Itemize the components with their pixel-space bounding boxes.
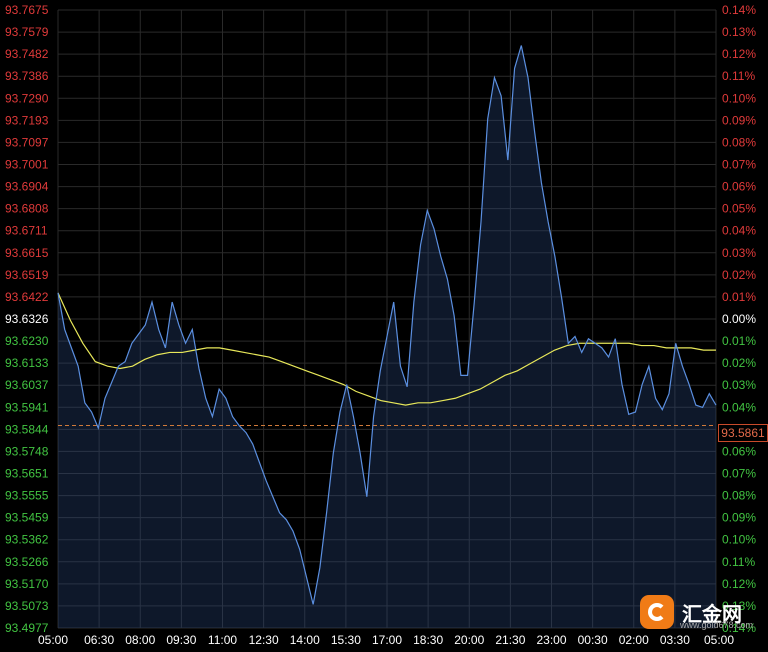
right-tick-label: 0.05%	[722, 202, 756, 216]
left-tick-label: 93.6615	[5, 246, 49, 260]
left-tick-label: 93.7193	[5, 113, 49, 127]
right-tick-label: 0.14%	[722, 3, 756, 17]
left-tick-label: 93.5073	[5, 599, 49, 613]
right-tick-label: 0.09%	[722, 113, 756, 127]
x-axis-labels: 05:00 06:30 08:00 09:30 11:00 12:30 14:00 15:30…	[38, 633, 734, 647]
right-tick-label: 0.12%	[722, 47, 756, 61]
right-axis-labels: 0.14% 0.13% 0.12% 0.11% 0.10% 0.09% 0.08% 0.07%…	[722, 3, 756, 635]
x-tick-label: 23:00	[536, 633, 566, 647]
right-tick-label: 0.06%	[722, 444, 756, 458]
left-tick-label: 93.7001	[5, 158, 49, 172]
x-tick-label: 05:00	[704, 633, 734, 647]
left-tick-label: 93.6422	[5, 290, 49, 304]
right-tick-label: 0.11%	[722, 555, 755, 569]
right-tick-label: 0.03%	[722, 246, 756, 260]
right-tick-label: 0.10%	[722, 533, 756, 547]
right-tick-label: 0.07%	[722, 467, 756, 481]
left-tick-label: 93.7097	[5, 135, 49, 149]
right-tick-label: 0.02%	[722, 268, 756, 282]
x-tick-label: 15:30	[331, 633, 361, 647]
x-tick-label: 14:00	[290, 633, 320, 647]
right-tick-label: 0.12%	[722, 577, 756, 591]
left-tick-label: 93.6326	[5, 312, 49, 326]
right-tick-label: 0.06%	[722, 180, 756, 194]
logo-icon	[640, 595, 674, 629]
right-tick-label: 0.07%	[722, 158, 756, 172]
left-tick-label: 93.6133	[5, 356, 49, 370]
right-tick-label: 0.04%	[722, 400, 756, 414]
left-tick-label: 93.7482	[5, 47, 49, 61]
left-tick-label: 93.6904	[5, 180, 49, 194]
brand-logo: 汇金网 www.gold678.com	[640, 590, 760, 634]
left-tick-label: 93.5941	[5, 400, 49, 414]
x-tick-label: 09:30	[166, 633, 196, 647]
left-tick-label: 93.7386	[5, 69, 49, 83]
left-tick-label: 93.5362	[5, 533, 49, 547]
left-tick-label: 93.6230	[5, 334, 49, 348]
left-tick-label: 93.7290	[5, 91, 49, 105]
current-price-badge: 93.5861	[718, 424, 768, 442]
x-tick-label: 06:30	[84, 633, 114, 647]
right-tick-label: 0.08%	[722, 489, 756, 503]
right-tick-label: 0.01%	[722, 290, 756, 304]
left-tick-label: 93.5748	[5, 444, 49, 458]
left-tick-label: 93.6037	[5, 378, 49, 392]
left-tick-label: 93.7579	[5, 25, 49, 39]
left-tick-label: 93.6519	[5, 268, 49, 282]
left-axis-labels: 93.7675 93.7579 93.7482 93.7386 93.7290 93.71…	[5, 3, 49, 635]
right-tick-label: 0.13%	[722, 25, 756, 39]
x-tick-label: 05:00	[38, 633, 68, 647]
x-tick-label: 21:30	[495, 633, 525, 647]
right-tick-label: 0.10%	[722, 91, 756, 105]
right-tick-label: 0.04%	[722, 224, 756, 238]
left-tick-label: 93.6808	[5, 202, 49, 216]
left-tick-label: 93.6711	[5, 224, 48, 238]
x-tick-label: 18:30	[413, 633, 443, 647]
left-tick-label: 93.5459	[5, 511, 49, 525]
left-tick-label: 93.5651	[5, 467, 49, 481]
x-tick-label: 12:30	[249, 633, 279, 647]
left-tick-label: 93.5266	[5, 555, 49, 569]
brand-domain: www.gold678.com	[680, 620, 754, 630]
price-chart: 93.7675 93.7579 93.7482 93.7386 93.7290 93.71…	[5, 3, 756, 647]
x-tick-label: 11:00	[208, 633, 237, 647]
left-tick-label: 93.7675	[5, 3, 49, 17]
right-tick-label: 0.03%	[722, 378, 756, 392]
x-tick-label: 20:00	[454, 633, 484, 647]
right-tick-label: 0.09%	[722, 511, 756, 525]
right-tick-label: 0.11%	[722, 69, 755, 83]
left-tick-label: 93.5170	[5, 577, 49, 591]
x-tick-label: 00:30	[578, 633, 608, 647]
left-tick-label: 93.5555	[5, 489, 49, 503]
right-tick-label: 0.08%	[722, 135, 756, 149]
x-tick-label: 03:30	[660, 633, 690, 647]
x-tick-label: 02:00	[619, 633, 649, 647]
x-tick-label: 17:00	[372, 633, 402, 647]
right-tick-label: 0.01%	[722, 334, 756, 348]
x-tick-label: 08:00	[125, 633, 155, 647]
right-tick-label: 0.02%	[722, 356, 756, 370]
right-tick-label: 0.00%	[722, 312, 756, 326]
left-tick-label: 93.5844	[5, 422, 49, 436]
